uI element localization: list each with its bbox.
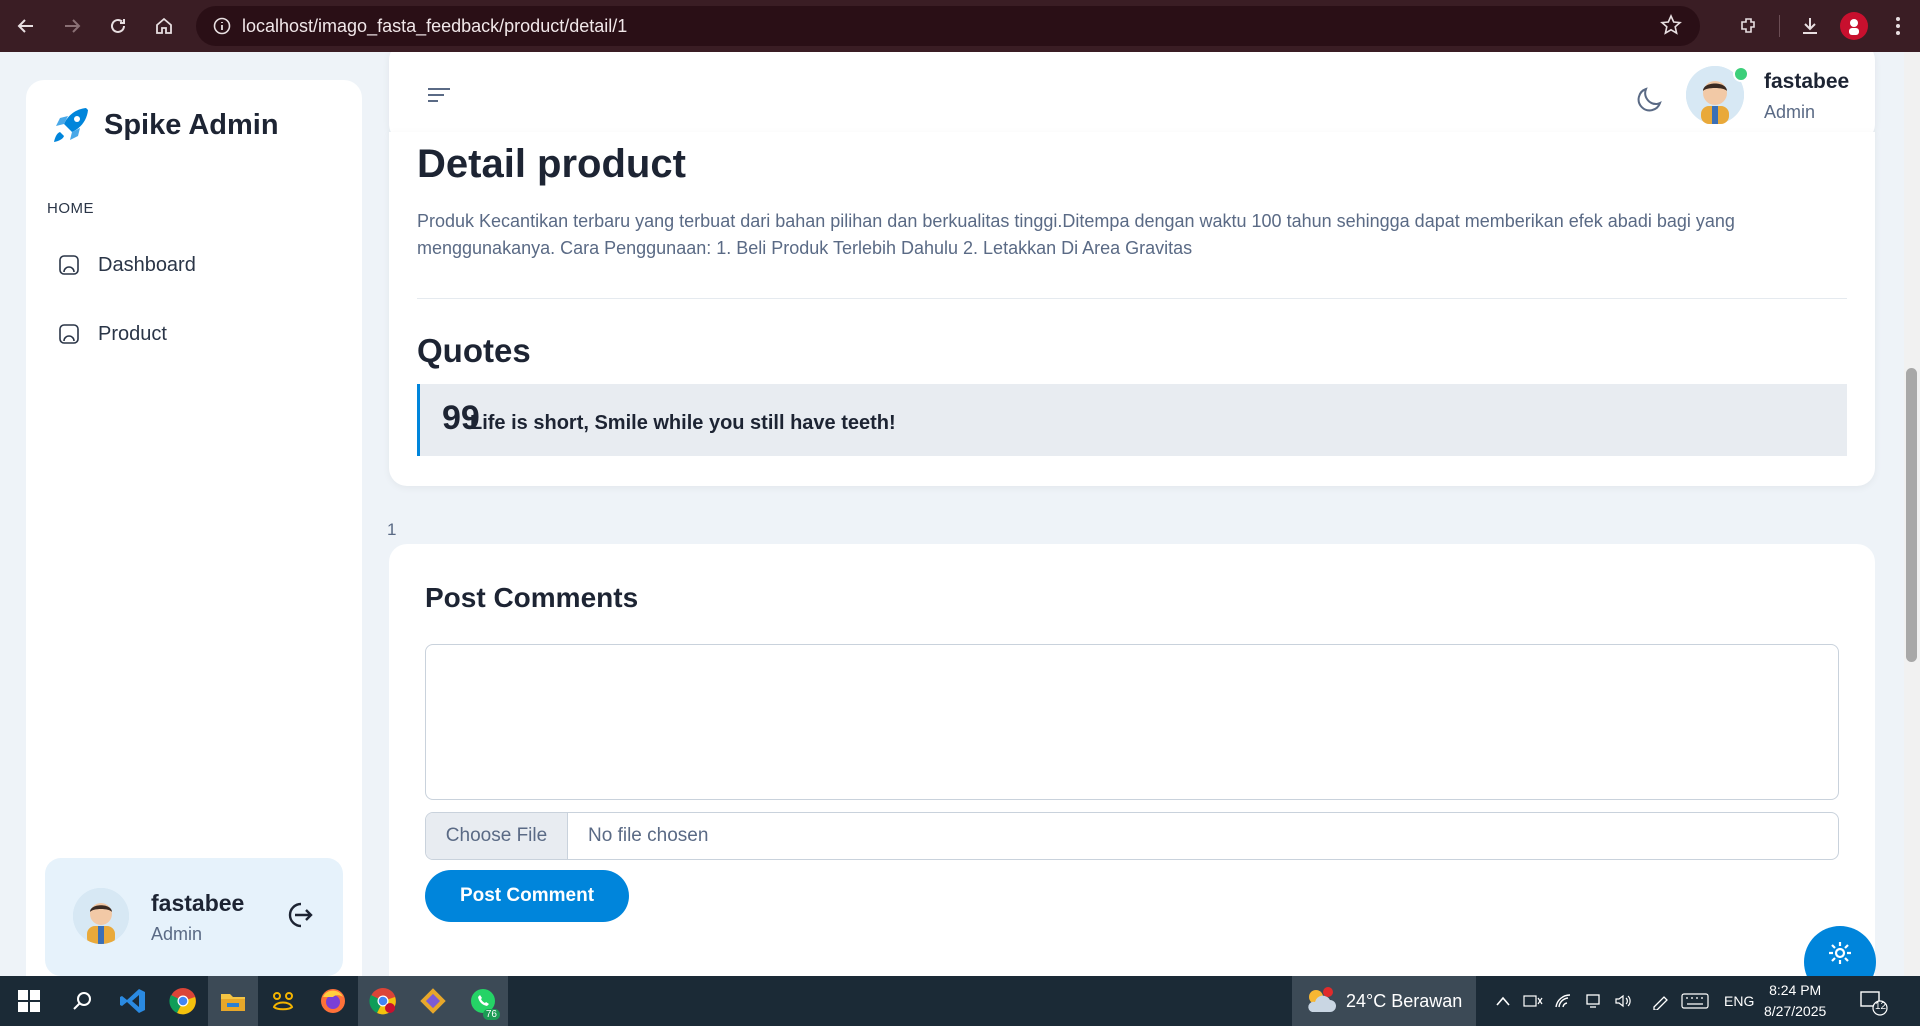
- taskbar-chrome[interactable]: [158, 976, 208, 1026]
- system-tray: ENG: [1488, 976, 1754, 1026]
- forward-button[interactable]: [52, 6, 92, 46]
- quote-block: 99 Life is short, Smile while you still …: [417, 384, 1847, 456]
- home-button[interactable]: [144, 6, 184, 46]
- notification-center[interactable]: 12: [1858, 986, 1888, 1016]
- volume-icon[interactable]: [1608, 976, 1638, 1026]
- sidebar-user-name: fastabee: [151, 890, 245, 916]
- extensions-icon[interactable]: [1727, 4, 1771, 48]
- dashboard-icon: [59, 255, 79, 275]
- taskbar-whatsapp[interactable]: 76: [458, 976, 508, 1026]
- reload-icon: [111, 18, 125, 33]
- search-icon: [73, 992, 91, 1010]
- comment-textarea[interactable]: [425, 644, 1839, 800]
- vscode-icon: [120, 989, 145, 1013]
- sidebar-item-label: Dashboard: [98, 253, 196, 276]
- back-button[interactable]: [6, 6, 46, 46]
- clock-date: 8/27/2025: [1764, 1003, 1827, 1019]
- top-header: fastabee Admin: [389, 52, 1875, 142]
- comment-count: 1: [387, 520, 397, 539]
- file-input[interactable]: Choose File No file chosen: [425, 812, 1839, 860]
- profile-button[interactable]: [1832, 4, 1876, 48]
- menu-toggle-icon[interactable]: [425, 84, 453, 106]
- whatsapp-badge: 76: [482, 1009, 500, 1020]
- language-indicator[interactable]: ENG: [1724, 993, 1754, 1009]
- browser-toolbar: localhost/imago_fasta_feedback/product/d…: [0, 0, 1920, 52]
- git-diamond-icon: [420, 988, 446, 1014]
- sidebar-item-label: Product: [98, 322, 167, 345]
- logout-icon[interactable]: [281, 898, 315, 932]
- sidebar-user-card: fastabee Admin: [45, 858, 343, 976]
- chrome-profile-icon: [369, 988, 396, 1015]
- product-detail-card: Detail product Produk Kecantikan terbaru…: [389, 132, 1875, 486]
- page-title: Detail product: [417, 142, 686, 186]
- file-status-text: No file chosen: [588, 825, 709, 846]
- taskbar-git-app[interactable]: [408, 976, 458, 1026]
- divider: [417, 298, 1847, 299]
- online-status-indicator: [1733, 66, 1749, 82]
- weather-widget[interactable]: 24°C Berawan: [1292, 976, 1476, 1026]
- taskbar-search[interactable]: [58, 976, 108, 1026]
- avatar: [73, 888, 129, 944]
- page-viewport: Spike Admin HOME Dashboard Product fasta…: [0, 52, 1920, 976]
- arrow-left-icon: [17, 19, 33, 33]
- quotes-heading: Quotes: [417, 332, 531, 369]
- notification-count: 12: [1875, 1001, 1887, 1012]
- sidebar-user-role: Admin: [151, 924, 203, 944]
- reload-button[interactable]: [98, 6, 138, 46]
- sidebar-item-product[interactable]: Product: [56, 321, 167, 347]
- product-description: Produk Kecantikan terbaru yang terbuat d…: [417, 211, 1735, 258]
- rocket-logo-icon: [54, 108, 88, 142]
- profile-avatar-icon: [1840, 12, 1868, 40]
- moon-icon[interactable]: [1633, 82, 1667, 116]
- folder-icon: [221, 994, 245, 1011]
- product-icon: [59, 324, 79, 344]
- download-icon[interactable]: [1788, 4, 1832, 48]
- toolbar-divider: [1779, 15, 1780, 37]
- bookmark-star-icon[interactable]: [1660, 14, 1682, 41]
- browser-menu-icon[interactable]: [1876, 4, 1920, 48]
- clock[interactable]: 8:24 PM 8/27/2025: [1764, 980, 1826, 1022]
- comments-heading: Post Comments: [425, 582, 639, 613]
- post-comments-card: Post Comments Choose File No file chosen…: [389, 544, 1875, 976]
- brand[interactable]: Spike Admin: [48, 102, 279, 148]
- windows-icon: [18, 990, 40, 1012]
- clock-time: 8:24 PM: [1769, 982, 1822, 998]
- keyboard-icon[interactable]: [1676, 976, 1714, 1026]
- taskbar-app-paw[interactable]: [258, 976, 308, 1026]
- home-icon: [156, 17, 172, 34]
- url-text[interactable]: localhost/imago_fasta_feedback/product/d…: [242, 16, 627, 37]
- quote-text: Life is short, Smile while you still hav…: [470, 412, 896, 434]
- header-user-role: Admin: [1764, 102, 1816, 122]
- cloud-weather-icon: [1308, 987, 1336, 1012]
- taskbar-file-explorer[interactable]: [208, 976, 258, 1026]
- scrollbar-thumb[interactable]: [1906, 368, 1917, 662]
- site-info-icon[interactable]: [202, 6, 242, 46]
- post-comment-button[interactable]: Post Comment: [425, 870, 629, 922]
- start-button[interactable]: [0, 976, 58, 1026]
- chevron-up-icon[interactable]: [1488, 976, 1518, 1026]
- address-bar[interactable]: localhost/imago_fasta_feedback/product/d…: [196, 6, 1700, 46]
- paw-icon: [272, 992, 294, 1011]
- gear-icon: [1829, 942, 1851, 964]
- choose-file-button[interactable]: Choose File: [426, 813, 568, 859]
- nav-section-label: HOME: [47, 200, 94, 217]
- device-icon[interactable]: [1578, 976, 1608, 1026]
- taskbar-chrome-profile[interactable]: [358, 976, 408, 1026]
- taskbar: 76 24°C Berawan ENG 8:24 PM 8/27/2025 12: [0, 976, 1920, 1026]
- taskbar-vscode[interactable]: [108, 976, 158, 1026]
- arrow-right-icon: [65, 19, 81, 33]
- header-user-name: fastabee: [1764, 70, 1850, 93]
- brand-name: Spike Admin: [104, 108, 279, 141]
- wifi-icon[interactable]: [1548, 976, 1578, 1026]
- sidebar: Spike Admin HOME Dashboard Product fasta…: [26, 80, 362, 976]
- network-status-icon[interactable]: [1518, 976, 1548, 1026]
- taskbar-firefox[interactable]: [308, 976, 358, 1026]
- sidebar-item-dashboard[interactable]: Dashboard: [56, 252, 196, 278]
- weather-text: 24°C Berawan: [1346, 990, 1463, 1011]
- firefox-icon: [321, 989, 345, 1013]
- chrome-icon: [169, 988, 196, 1015]
- pen-icon[interactable]: [1646, 976, 1676, 1026]
